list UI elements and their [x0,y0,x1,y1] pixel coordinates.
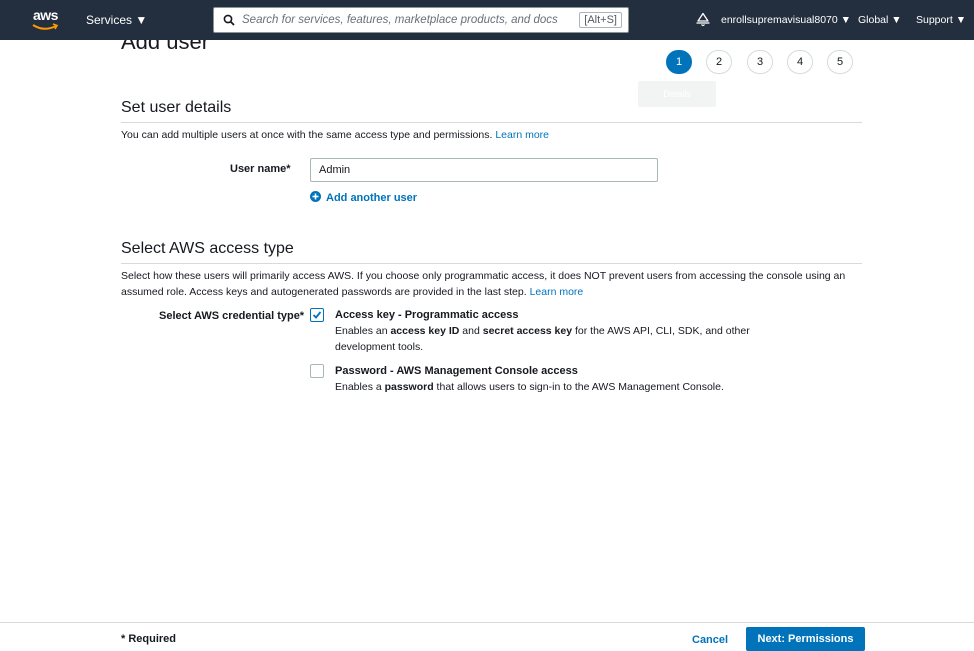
search-icon [223,14,235,26]
account-menu[interactable]: enrollsupremavisual8070 ▼ [721,14,851,26]
access-key-option-title: Access key - Programmatic access [335,309,519,321]
search-shortcut: [Alt+S] [579,12,622,28]
required-note: * Required [121,633,177,645]
section-title-access-type: Select AWS access type [121,240,294,257]
add-another-user-button[interactable]: Add another user [310,191,417,204]
username-field[interactable] [310,158,658,182]
console-password-option-title: Password - AWS Management Console access [335,365,578,377]
top-navigation: aws Services ▼ Search for services, feat… [0,0,974,40]
learn-more-link[interactable]: Learn more [530,286,584,298]
credential-type-label: Select AWS credential type* [159,310,305,322]
support-menu[interactable]: Support ▼ [916,14,966,26]
learn-more-link[interactable]: Learn more [495,129,549,141]
console-password-checkbox[interactable] [310,364,324,378]
services-menu[interactable]: Services ▼ [86,13,147,27]
user-details-description: You can add multiple users at once with … [121,129,550,141]
cancel-button[interactable]: Cancel [692,634,728,646]
section-divider [121,122,862,123]
section-title-user-details: Set user details [121,99,232,116]
aws-smile-icon [32,23,59,30]
step-2[interactable]: 2 [706,50,732,74]
bell-icon[interactable] [696,12,710,27]
next-permissions-button[interactable]: Next: Permissions [746,627,865,651]
step-tooltip: Details [638,81,716,107]
section-divider [121,263,862,264]
step-4[interactable]: 4 [787,50,813,74]
checkmark-icon [312,311,322,319]
footer-divider [0,622,974,623]
step-3[interactable]: 3 [747,50,773,74]
aws-logo-text: aws [33,7,58,23]
step-1[interactable]: 1 [666,50,692,74]
search-input[interactable]: Search for services, features, marketpla… [213,7,629,33]
add-another-user-label: Add another user [326,192,418,204]
access-key-checkbox[interactable] [310,308,324,322]
page-title: Add user [121,40,210,54]
console-password-option-description: Enables a password that allows users to … [335,381,724,393]
access-key-option-description: Enables an access key ID and secret acce… [335,325,750,353]
access-type-description: Select how these users will primarily ac… [121,270,846,298]
plus-circle-icon [310,191,321,202]
search-placeholder: Search for services, features, marketpla… [242,14,558,26]
username-label: User name* [230,163,291,175]
aws-logo[interactable]: aws [30,7,60,31]
step-5[interactable]: 5 [827,50,853,74]
region-menu[interactable]: Global ▼ [858,14,902,26]
